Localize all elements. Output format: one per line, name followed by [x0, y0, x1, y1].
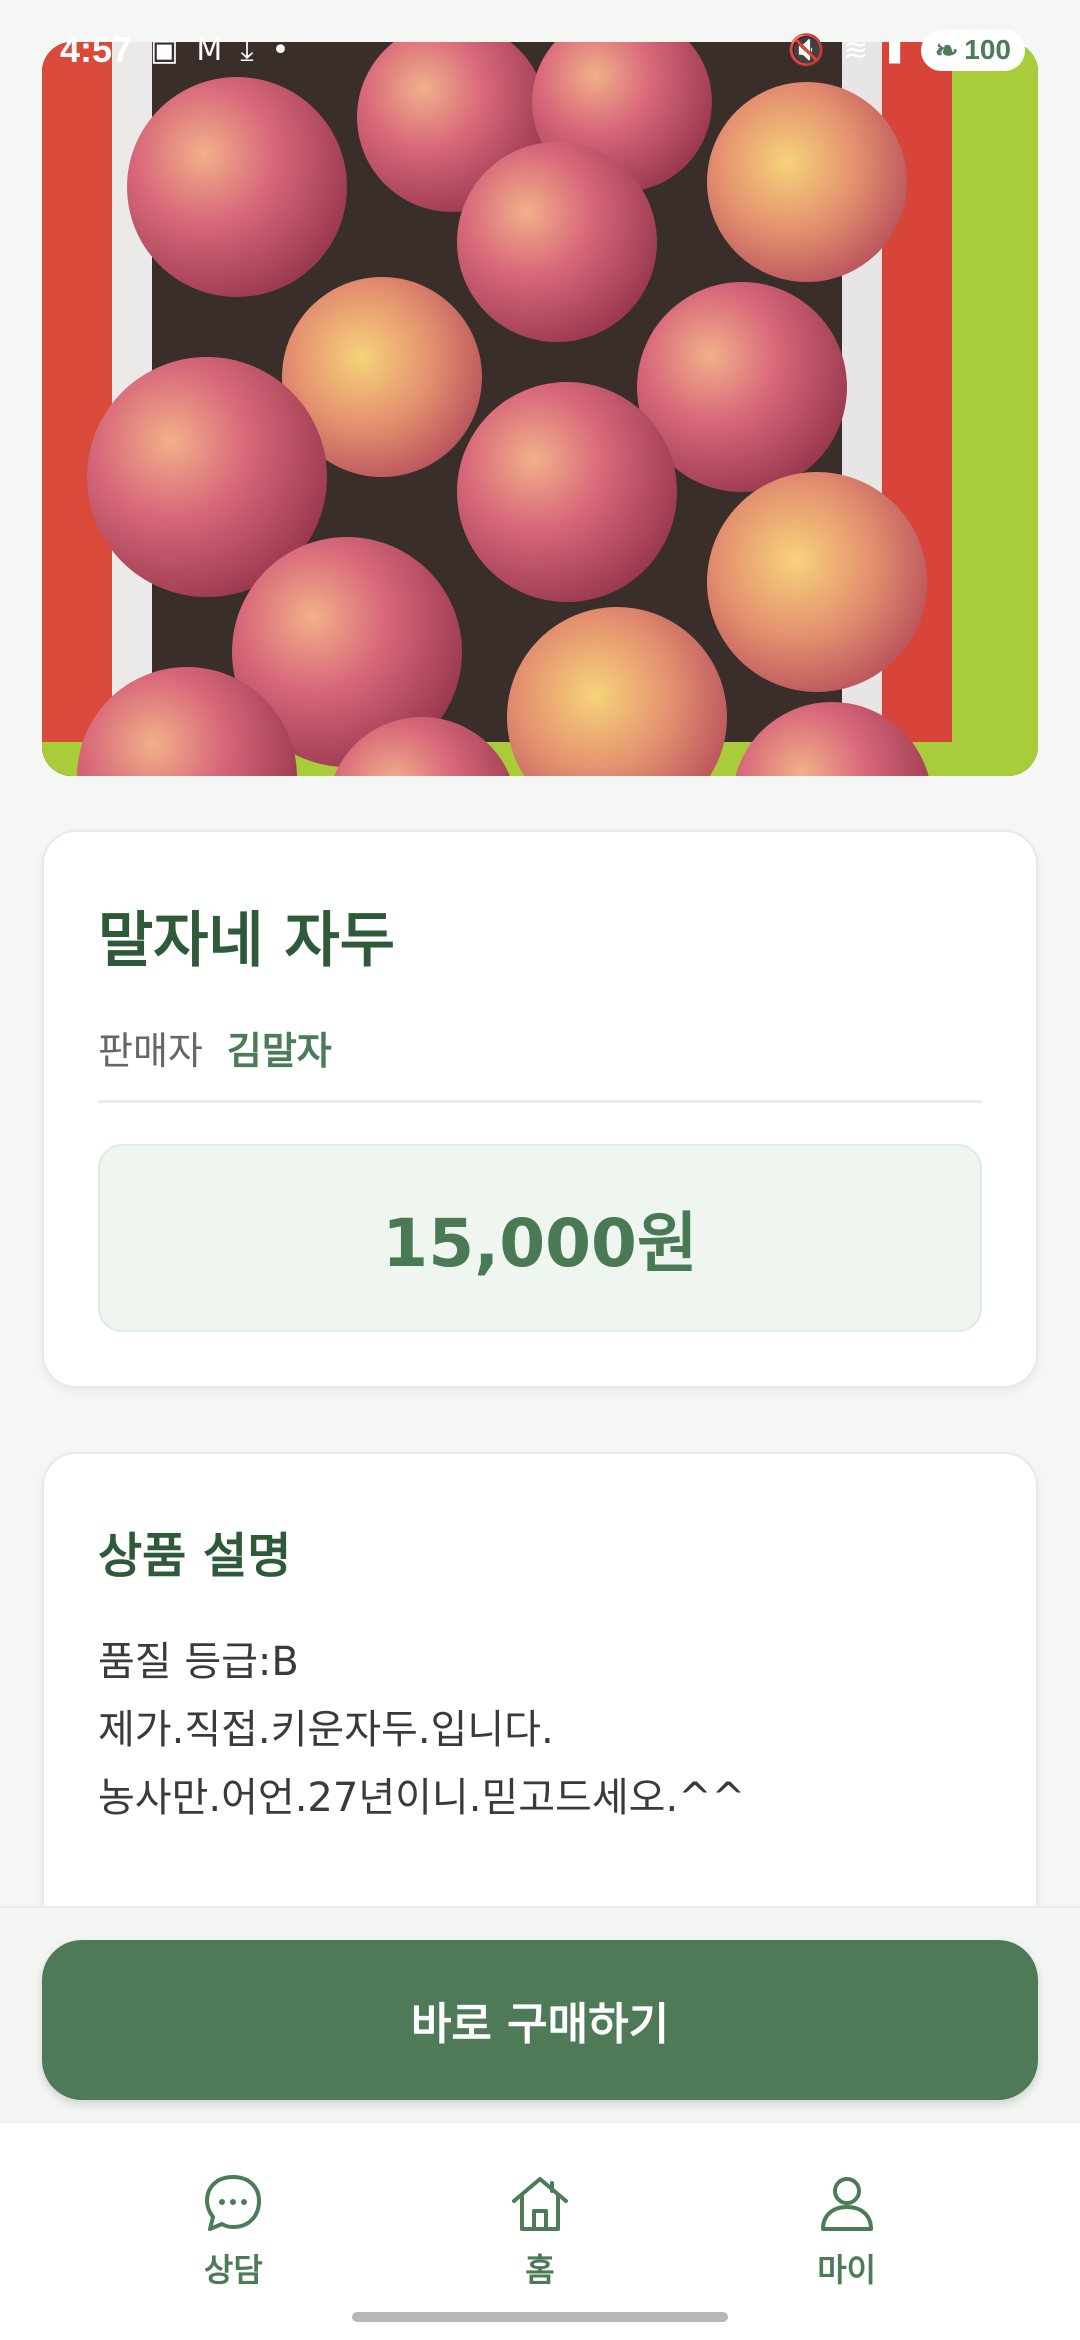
price-box: 15,000원 — [98, 1144, 982, 1332]
battery-level: 100 — [964, 34, 1011, 65]
product-info-card: 말자네 자두 판매자 김말자 15,000원 — [42, 830, 1038, 1388]
home-indicator[interactable] — [352, 2312, 728, 2322]
product-photo[interactable] — [42, 42, 1038, 776]
signal-icon: ▮ — [886, 32, 903, 68]
description-line: 품질 등급:B — [98, 1639, 299, 1685]
divider — [98, 1100, 982, 1103]
chat-icon — [201, 2171, 265, 2235]
nav-item-home[interactable]: 홈 — [440, 2171, 640, 2291]
gallery-icon: ▣ — [150, 32, 179, 68]
nav-item-my[interactable]: 마이 — [747, 2171, 947, 2291]
product-price: 15,000원 — [382, 1205, 698, 1282]
home-icon — [508, 2171, 572, 2235]
bottom-nav: 상담 홈 마이 — [0, 2121, 1080, 2340]
status-bar: 4:57 ▣ M ⤓ • 🔇 ≋ ▮ ❧ 100 — [0, 0, 1080, 100]
status-left: 4:57 ▣ M ⤓ • — [60, 29, 289, 71]
nav-label-my: 마이 — [817, 2251, 877, 2289]
seller-name[interactable]: 김말자 — [227, 1020, 332, 1075]
buy-now-label: 바로 구매하기 — [410, 1999, 670, 2050]
nav-item-chat[interactable]: 상담 — [133, 2171, 333, 2291]
description-text: 품질 등급:B 제가.직접.키운자두.입니다. 농사만.어언.27년이니.믿고드… — [98, 1628, 745, 1832]
description-title: 상품 설명 — [98, 1528, 292, 1584]
plums-image — [42, 42, 1038, 776]
app-root: 4:57 ▣ M ⤓ • 🔇 ≋ ▮ ❧ 100 말자네 자두 판매자 김말자 … — [0, 0, 1080, 2340]
description-line: 제가.직접.키운자두.입니다. — [98, 1707, 554, 1753]
battery-indicator: ❧ 100 — [920, 29, 1025, 71]
description-line: 농사만.어언.27년이니.믿고드세오.^^ — [98, 1775, 746, 1821]
dot-icon: • — [271, 32, 290, 68]
purchase-panel: 바로 구매하기 — [0, 1906, 1080, 2121]
gmail-icon: M — [196, 32, 223, 68]
status-right: 🔇 ≋ ▮ ❧ 100 — [787, 29, 1025, 71]
mute-icon: 🔇 — [787, 32, 826, 68]
person-icon — [815, 2171, 879, 2235]
download-icon: ⤓ — [240, 32, 254, 68]
leaf-icon: ❧ — [934, 34, 959, 66]
buy-now-button[interactable]: 바로 구매하기 — [42, 1940, 1038, 2100]
seller-row: 판매자 김말자 — [98, 1020, 332, 1075]
product-title: 말자네 자두 — [98, 906, 395, 976]
nav-label-home: 홈 — [525, 2251, 555, 2289]
wifi-icon: ≋ — [843, 32, 869, 68]
seller-label: 판매자 — [98, 1029, 203, 1073]
nav-label-chat: 상담 — [203, 2251, 263, 2289]
status-time: 4:57 — [60, 29, 133, 70]
